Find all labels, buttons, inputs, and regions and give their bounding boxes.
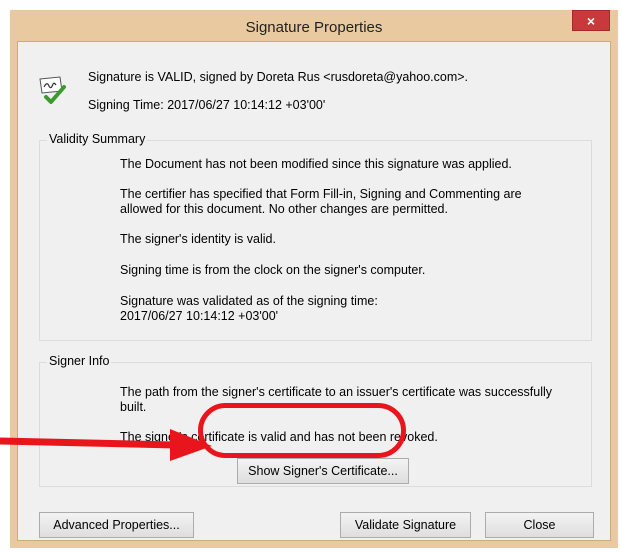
advanced-properties-button[interactable]: Advanced Properties...	[39, 512, 194, 538]
signature-valid-icon	[39, 76, 66, 104]
validity-item-signing-time: Signing time is from the clock on the si…	[120, 263, 426, 277]
signature-properties-window: Signature Properties × Signature is VALI…	[10, 10, 618, 548]
annotation-arrow-icon	[0, 429, 212, 461]
validity-item-certifier: The certifier has specified that Form Fi…	[120, 187, 522, 216]
validate-signature-button[interactable]: Validate Signature	[340, 512, 471, 538]
validity-item-validated: Signature was validated as of the signin…	[120, 294, 378, 323]
close-button[interactable]: Close	[485, 512, 594, 538]
validity-summary-group: Validity Summary The Document has not be…	[39, 132, 592, 341]
dialog-content: Signature is VALID, signed by Doreta Rus…	[17, 41, 611, 541]
annotation-highlight-ellipse	[198, 403, 406, 458]
signing-time-text: Signing Time: 2017/06/27 10:14:12 +03'00…	[88, 98, 326, 112]
title-bar[interactable]: Signature Properties ×	[10, 10, 618, 41]
validity-item-unmodified: The Document has not been modified since…	[120, 157, 512, 171]
validity-summary-label: Validity Summary	[47, 132, 148, 146]
validity-item-identity: The signer's identity is valid.	[120, 232, 276, 246]
show-signers-certificate-button[interactable]: Show Signer's Certificate...	[237, 458, 409, 484]
signer-info-label: Signer Info	[47, 354, 112, 368]
signature-status-text: Signature is VALID, signed by Doreta Rus…	[88, 70, 469, 84]
window-title: Signature Properties	[245, 19, 383, 36]
window-close-button[interactable]: ×	[572, 10, 610, 31]
